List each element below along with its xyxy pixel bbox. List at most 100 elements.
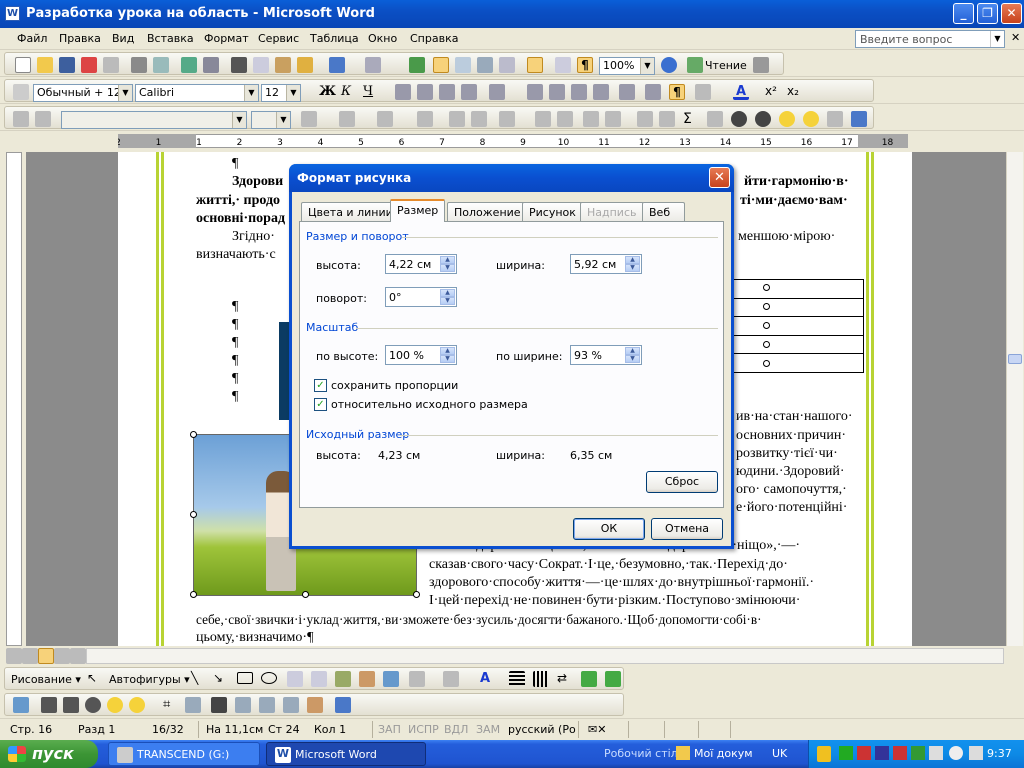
font-size-select[interactable]: 12 ▼ <box>261 84 301 102</box>
dialog-close-button[interactable]: ✕ <box>709 167 730 188</box>
print-preview-icon[interactable] <box>153 57 169 73</box>
print-layout-icon[interactable] <box>38 648 54 664</box>
menu-file[interactable]: Файл <box>17 32 47 45</box>
italic-icon[interactable]: К <box>341 84 357 100</box>
status-language[interactable]: русский (Ро <box>508 723 576 736</box>
superscript-icon[interactable]: x² <box>765 84 781 100</box>
oval-icon[interactable] <box>261 672 277 684</box>
highlight-icon[interactable] <box>695 84 711 100</box>
print-icon[interactable] <box>131 57 147 73</box>
tab-web[interactable]: Веб <box>642 202 686 221</box>
height-input[interactable]: 4,22 см ▲ ▼ <box>385 254 457 274</box>
more-brightness-icon[interactable] <box>107 697 123 713</box>
arrow-style-icon[interactable]: ⇄ <box>557 671 573 687</box>
reading-view-icon[interactable] <box>70 648 86 664</box>
resize-handle[interactable] <box>190 511 197 518</box>
paw-icon[interactable] <box>949 746 963 760</box>
relative-size-label[interactable]: относительно исходного размера <box>331 398 528 411</box>
lock-aspect-checkbox[interactable]: ✓ <box>314 379 327 392</box>
outside-borders-icon[interactable] <box>339 111 355 127</box>
line-spacing-icon[interactable] <box>489 84 505 100</box>
insert-table-2-icon[interactable] <box>417 111 433 127</box>
start-button[interactable]: пуск <box>0 740 98 768</box>
status-trk[interactable]: ИСПР <box>408 723 439 736</box>
diagram-icon[interactable] <box>335 671 351 687</box>
outside-border-icon[interactable] <box>619 84 635 100</box>
sun-dim-icon[interactable] <box>803 111 819 127</box>
resize-handle[interactable] <box>413 591 420 598</box>
menu-table[interactable]: Таблица <box>310 32 359 45</box>
contrast-icon[interactable] <box>731 111 747 127</box>
my-documents-link[interactable]: Мої докум <box>694 747 753 760</box>
underline-icon[interactable]: Ч <box>363 84 379 100</box>
close-button[interactable]: ✕ <box>1001 3 1022 24</box>
shading-color-icon[interactable] <box>377 111 393 127</box>
desktop-toolbar[interactable]: Робочий стіл <box>604 747 678 760</box>
align-center-icon[interactable] <box>417 84 433 100</box>
align-right-icon[interactable] <box>439 84 455 100</box>
zoom-select[interactable]: 100% ▼ <box>599 57 655 75</box>
vertical-ruler[interactable] <box>6 152 22 646</box>
status-ovr[interactable]: ЗАМ <box>476 723 500 736</box>
spin-up-icon[interactable]: ▲ <box>440 289 455 297</box>
ok-button[interactable]: ОК <box>573 518 645 540</box>
brightness-icon[interactable] <box>755 111 771 127</box>
show-formatting-icon[interactable]: ¶ <box>577 57 593 73</box>
table-handle[interactable] <box>763 360 770 367</box>
horizontal-scrollbar[interactable] <box>86 648 1004 664</box>
tray-icon-5[interactable] <box>911 746 925 760</box>
redo-icon[interactable] <box>365 57 381 73</box>
menu-help[interactable]: Справка <box>410 32 458 45</box>
spin-down-icon[interactable]: ▼ <box>625 264 640 272</box>
sort-descending-icon[interactable] <box>659 111 675 127</box>
cancel-button[interactable]: Отмена <box>651 518 723 540</box>
drawing-menu[interactable]: Рисование ▾ <box>11 673 81 686</box>
spin-down-icon[interactable]: ▼ <box>440 264 455 272</box>
line-style-select[interactable]: ▼ <box>61 111 247 129</box>
save-icon[interactable] <box>59 57 75 73</box>
scale-height-input[interactable]: 100 % ▲ ▼ <box>385 345 457 365</box>
copy-icon[interactable] <box>253 57 269 73</box>
chart-icon[interactable] <box>707 111 723 127</box>
volume-icon[interactable] <box>969 746 983 760</box>
chevron-down-icon[interactable]: ▼ <box>990 31 1004 47</box>
rotation-input[interactable]: 0° ▲ ▼ <box>385 287 457 307</box>
bullets-icon[interactable] <box>549 84 565 100</box>
spin-down-icon[interactable]: ▼ <box>625 355 640 363</box>
menu-insert[interactable]: Вставка <box>147 32 194 45</box>
compress-icon[interactable] <box>235 697 251 713</box>
format-picture-icon[interactable] <box>283 697 299 713</box>
numbering-icon[interactable] <box>527 84 543 100</box>
table-handle[interactable] <box>763 322 770 329</box>
border-icon[interactable] <box>645 84 661 100</box>
arrow-icon[interactable]: ↘ <box>213 671 229 687</box>
resize-handle[interactable] <box>302 591 309 598</box>
status-rec[interactable]: ЗАП <box>378 723 401 736</box>
autoformat-icon[interactable] <box>583 111 599 127</box>
web-view-icon[interactable] <box>22 648 38 664</box>
spin-up-icon[interactable]: ▲ <box>440 256 455 264</box>
draw-font-color-icon[interactable]: A <box>477 671 493 687</box>
crop-icon[interactable] <box>827 111 843 127</box>
color-icon[interactable] <box>41 697 57 713</box>
spin-up-icon[interactable]: ▲ <box>440 347 455 355</box>
reset-button[interactable]: Сброс <box>646 471 718 493</box>
tray-icon-4[interactable] <box>893 746 907 760</box>
status-ext[interactable]: ВДЛ <box>444 723 468 736</box>
styles-icon[interactable] <box>13 84 29 100</box>
tray-icon-3[interactable] <box>875 746 889 760</box>
border-color-icon[interactable] <box>301 111 317 127</box>
reset-picture-2-icon[interactable] <box>335 697 351 713</box>
font-select[interactable]: Calibri ▼ <box>135 84 259 102</box>
insert-picture-icon[interactable] <box>383 671 399 687</box>
research-icon[interactable] <box>203 57 219 73</box>
ask-question-input[interactable]: Введите вопрос ▼ <box>855 30 1005 48</box>
permission-icon[interactable] <box>81 57 97 73</box>
shadow-icon[interactable] <box>581 671 597 687</box>
tab-picture[interactable]: Рисунок <box>522 202 583 221</box>
split-cells-icon[interactable] <box>471 111 487 127</box>
paste-icon[interactable] <box>275 57 291 73</box>
restore-button[interactable]: ❐ <box>977 3 998 24</box>
fill-color-icon[interactable] <box>409 671 425 687</box>
align-cell-icon[interactable] <box>499 111 515 127</box>
